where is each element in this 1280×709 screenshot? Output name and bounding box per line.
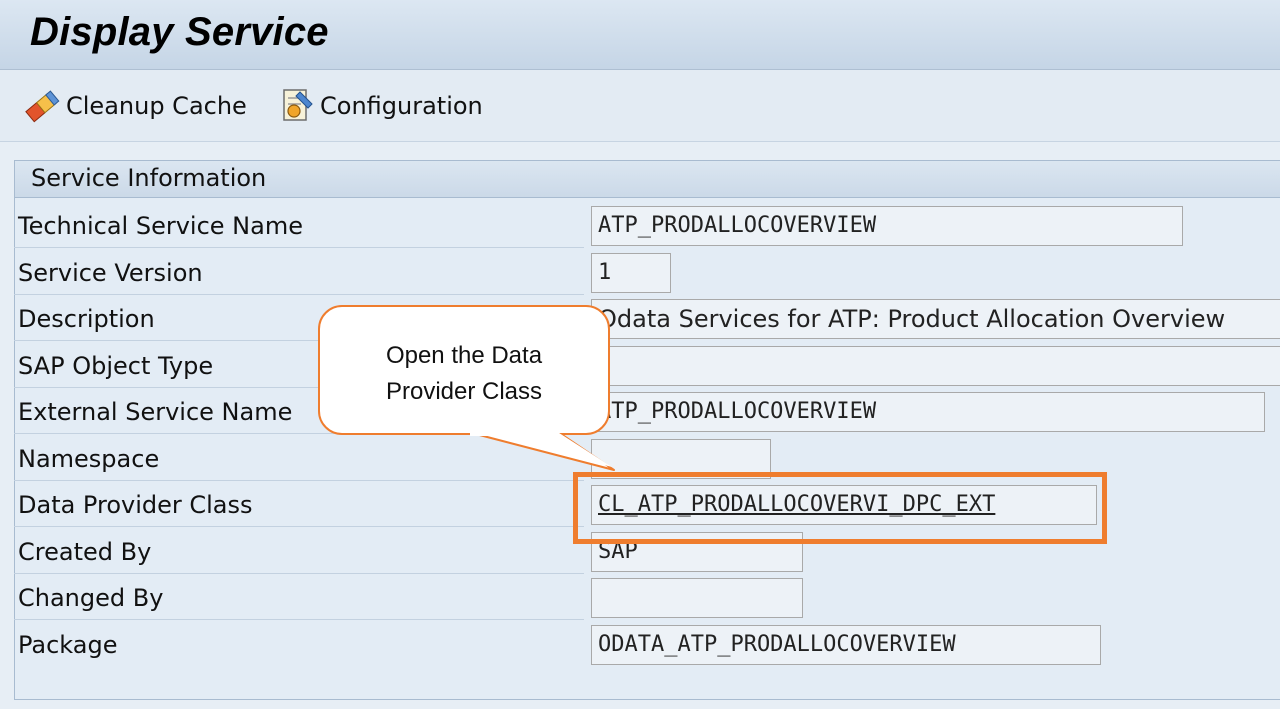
callout-line-2: Provider Class bbox=[385, 378, 543, 405]
callout-tail-cover bbox=[470, 431, 612, 467]
callout-text: Open the Data Provider Class bbox=[318, 338, 610, 410]
callout-line-1: Open the Data bbox=[385, 342, 543, 369]
